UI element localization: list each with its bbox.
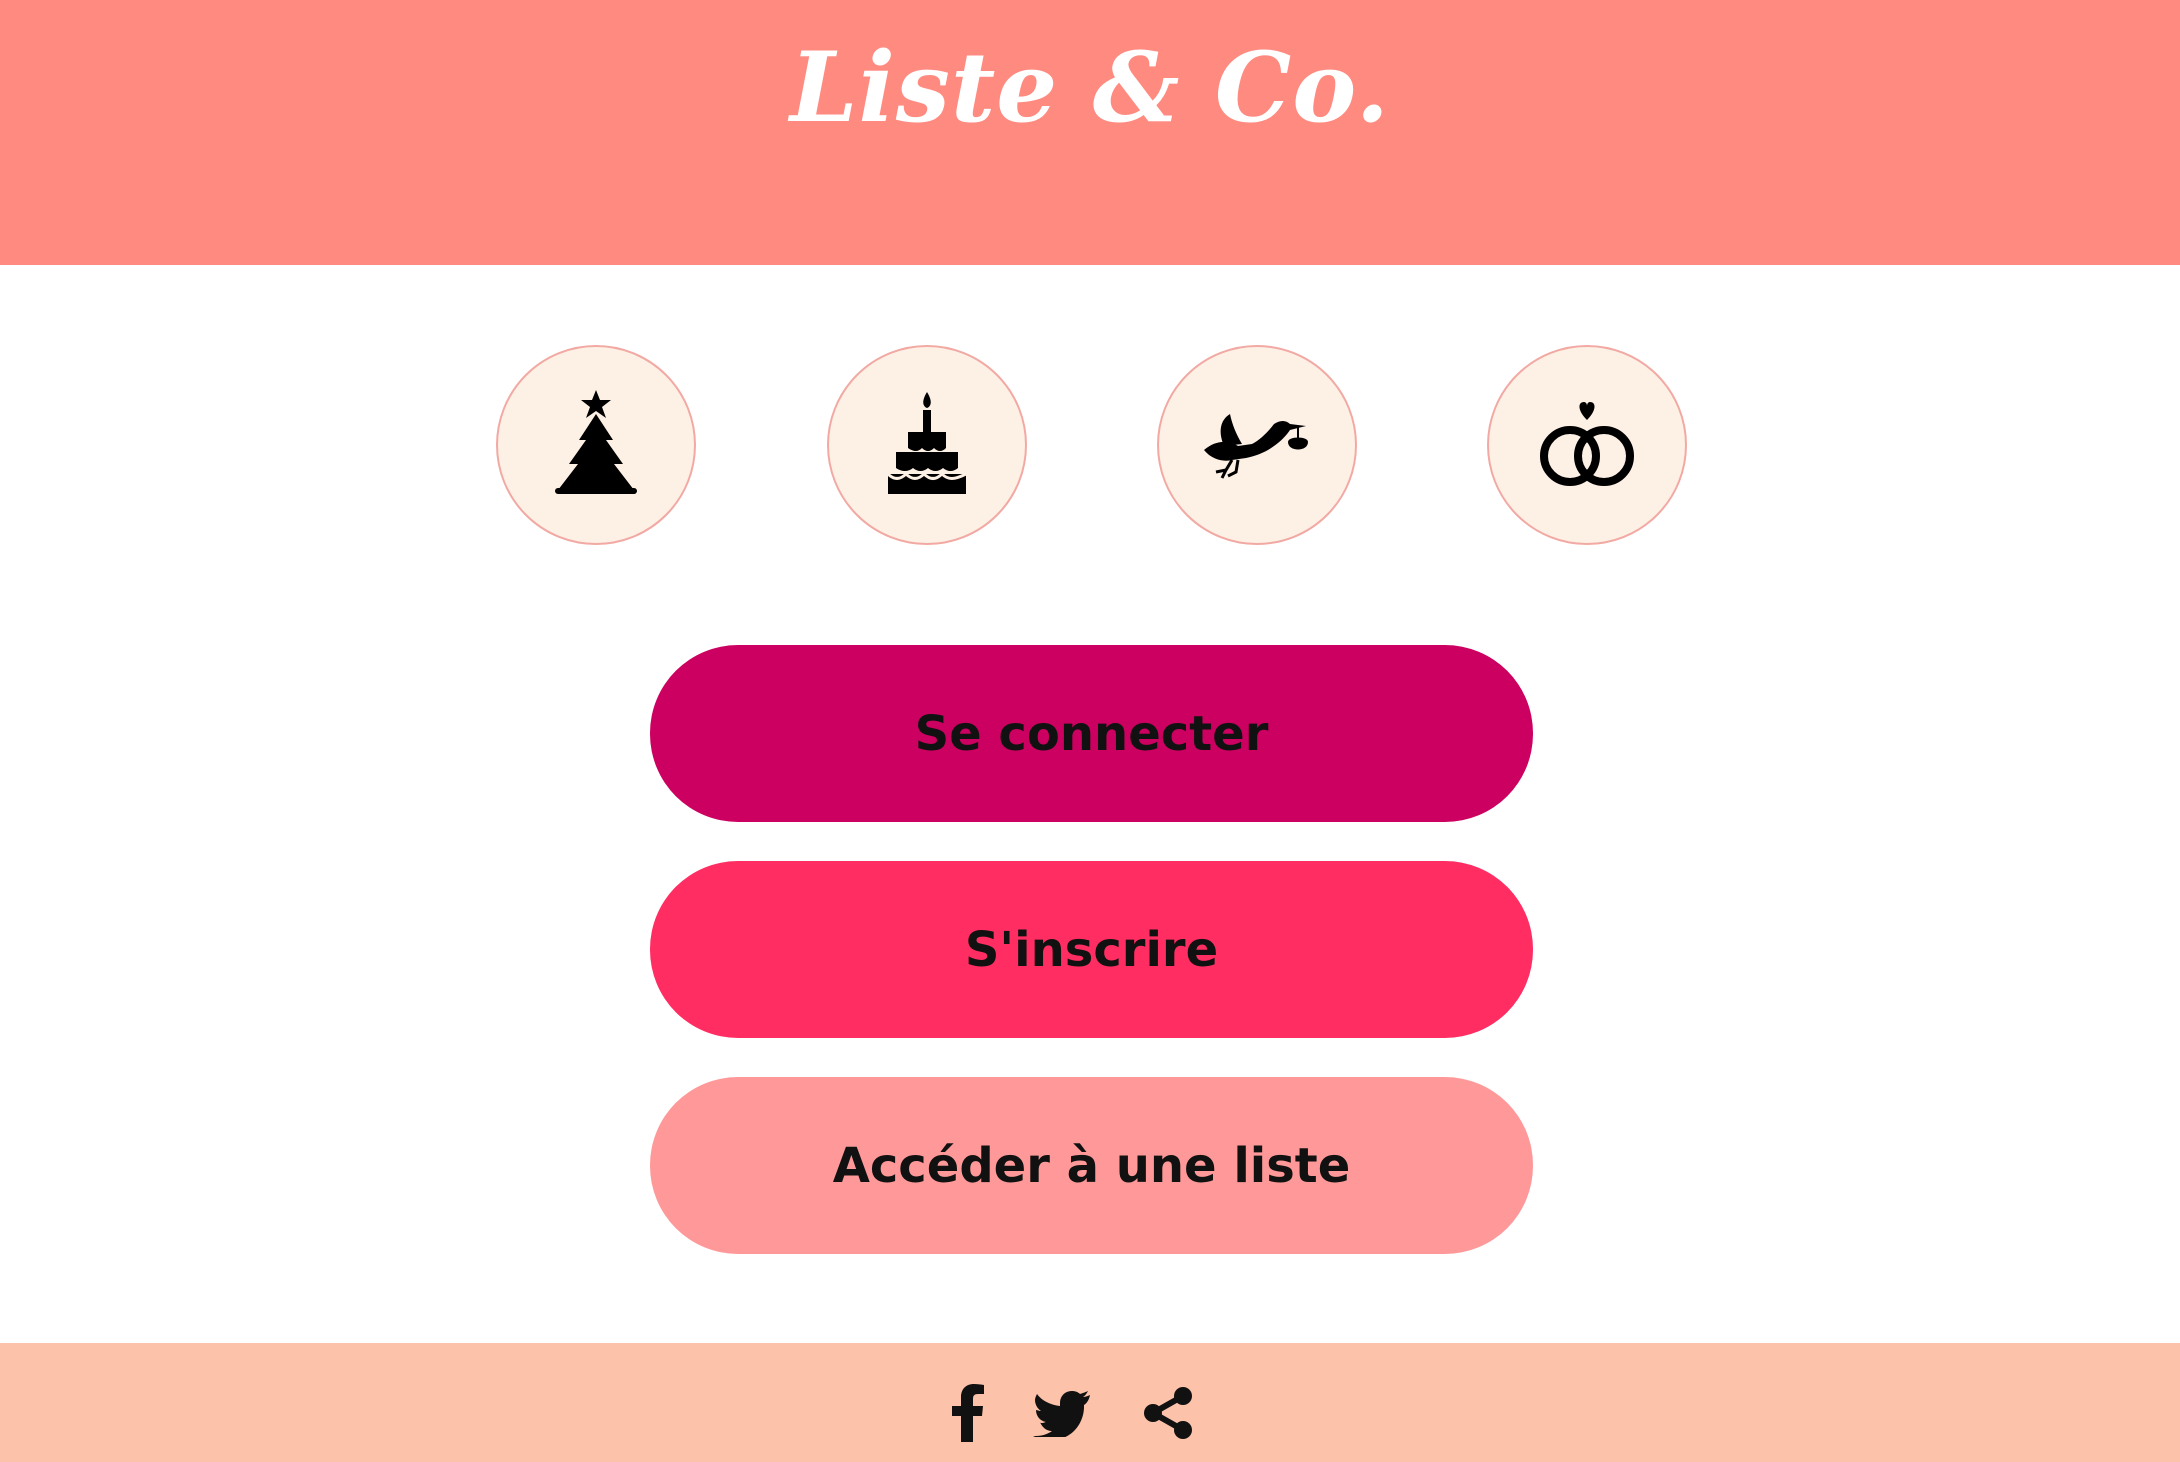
access-list-button[interactable]: Accéder à une liste <box>650 1077 1533 1254</box>
share-link[interactable] <box>1138 1383 1198 1443</box>
login-button[interactable]: Se connecter <box>650 645 1533 822</box>
birthday-cake-icon <box>886 392 967 494</box>
category-christmas[interactable] <box>496 345 696 545</box>
header: Liste & Co. <box>0 0 2180 265</box>
stork-baby-icon <box>1204 414 1308 479</box>
category-birthday[interactable] <box>827 345 1027 545</box>
twitter-link[interactable] <box>1032 1383 1092 1443</box>
wedding-rings-icon <box>1540 402 1634 486</box>
twitter-icon <box>1033 1391 1090 1437</box>
share-icon <box>1144 1387 1192 1439</box>
category-wedding[interactable] <box>1487 345 1687 545</box>
christmas-tree-icon <box>555 390 637 494</box>
category-row <box>0 345 2180 545</box>
category-birth[interactable] <box>1157 345 1357 545</box>
facebook-link[interactable] <box>938 1383 998 1443</box>
facebook-icon <box>952 1384 984 1442</box>
app-logo[interactable]: Liste & Co. <box>0 28 2180 148</box>
signup-button[interactable]: S'inscrire <box>650 861 1533 1038</box>
